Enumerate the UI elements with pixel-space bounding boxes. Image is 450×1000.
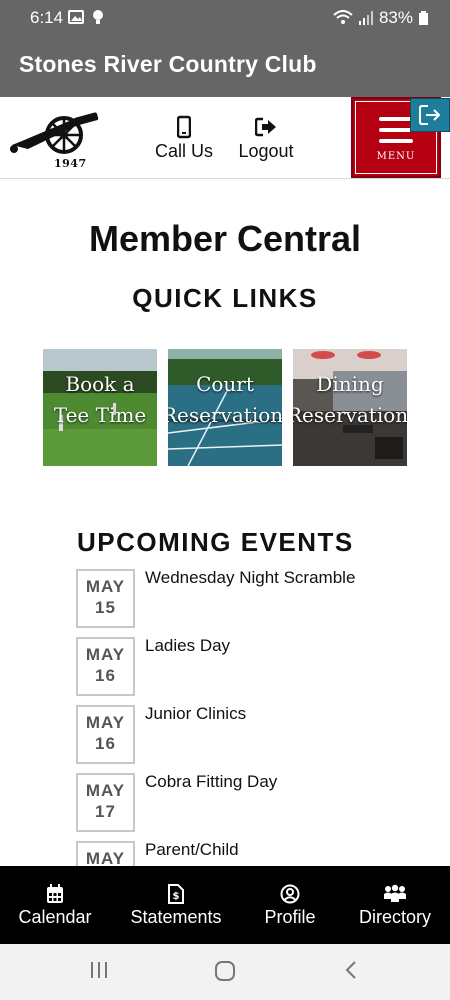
call-us-label: Call Us	[154, 141, 213, 161]
dining-reservations-tile[interactable]: Dining Reservations	[293, 349, 407, 466]
event-date: MAY 15	[76, 569, 135, 628]
tile-label: Book a Tee Time	[53, 372, 147, 427]
exit-button[interactable]	[410, 98, 450, 132]
site-header: 1947 Call Us Logout MENU	[0, 97, 450, 179]
status-notification-icons	[68, 9, 104, 25]
bottom-nav: Calendar $ Statements Profile Directory	[0, 866, 450, 944]
upcoming-events-heading: UPCOMING EVENTS	[77, 527, 354, 557]
event-title[interactable]: Wednesday Night Scramble	[145, 568, 355, 588]
event-title[interactable]: Junior Clinics	[145, 704, 246, 724]
menu-label: MENU	[376, 151, 416, 162]
statement-icon: $	[168, 884, 184, 904]
event-title[interactable]: Parent/Child	[145, 840, 239, 860]
nav-profile-label: Profile	[264, 907, 316, 927]
event-item[interactable]: MAY 15 Wednesday Night Scramble	[76, 568, 406, 629]
logo-year: 1947	[54, 157, 87, 170]
tile-label: Court Reservations	[168, 372, 282, 427]
cannon-icon	[10, 112, 99, 154]
event-item[interactable]: MAY 16 Junior Clinics	[76, 704, 406, 765]
battery-icon	[419, 11, 428, 25]
nav-calendar-label: Calendar	[18, 907, 92, 927]
court-reservations-tile[interactable]: Court Reservations	[168, 349, 282, 466]
status-time: 6:14	[30, 8, 64, 27]
recent-apps-icon[interactable]	[89, 960, 109, 980]
svg-text:$: $	[173, 891, 180, 902]
wifi-icon	[333, 10, 353, 24]
status-bar: 6:14 83%	[0, 0, 450, 36]
quick-links: Book a Tee Time Court Reservations	[43, 349, 407, 466]
event-item[interactable]: MAY 16 Ladies Day	[76, 636, 406, 697]
sign-out-icon	[255, 117, 276, 137]
profile-icon	[280, 884, 300, 904]
home-icon[interactable]	[214, 960, 236, 982]
event-title[interactable]: Cobra Fitting Day	[145, 772, 277, 792]
tile-label: Dining Reservations	[293, 372, 407, 427]
back-icon[interactable]	[343, 960, 359, 980]
logout-button[interactable]: Logout	[232, 115, 300, 162]
hamburger-icon	[379, 117, 413, 150]
logout-label: Logout	[238, 141, 294, 161]
club-logo[interactable]: 1947	[10, 105, 100, 170]
exit-icon	[419, 105, 441, 125]
battery-percent: 83%	[378, 8, 413, 27]
nav-calendar[interactable]: Calendar	[10, 883, 100, 928]
page-title: Member Central	[88, 218, 362, 259]
lightbulb-icon	[93, 10, 103, 24]
signal-icon	[358, 11, 373, 25]
call-us-button[interactable]: Call Us	[150, 115, 218, 162]
app-title-bar: Stones River Country Club	[0, 36, 450, 97]
status-system-icons: 83%	[333, 8, 428, 28]
nav-directory-label: Directory	[358, 907, 431, 927]
quick-links-heading: QUICK LINKS	[132, 283, 318, 313]
app-title: Stones River Country Club	[19, 51, 317, 77]
nav-statements[interactable]: $ Statements	[120, 883, 232, 928]
image-icon	[68, 10, 84, 24]
event-date: MAY 17	[76, 773, 135, 832]
nav-statements-label: Statements	[130, 907, 222, 927]
event-title[interactable]: Ladies Day	[145, 636, 230, 656]
phone-icon	[177, 115, 191, 139]
directory-icon	[384, 884, 406, 902]
event-item[interactable]: MAY 17 Cobra Fitting Day	[76, 772, 406, 833]
event-date: MAY 16	[76, 705, 135, 764]
calendar-icon	[47, 884, 63, 903]
nav-profile[interactable]: Profile	[252, 883, 328, 928]
system-nav-bar	[0, 944, 450, 1000]
nav-directory[interactable]: Directory	[352, 883, 438, 928]
event-date: MAY 16	[76, 637, 135, 696]
book-tee-time-tile[interactable]: Book a Tee Time	[43, 349, 157, 466]
